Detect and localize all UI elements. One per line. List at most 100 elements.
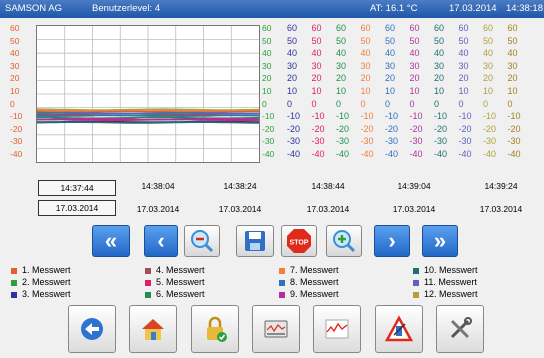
- zoom-out-icon: [191, 230, 214, 253]
- left-scale-tick: 20: [10, 73, 20, 84]
- legend-item: 8. Messwert: [279, 277, 339, 287]
- legend-swatch: [413, 291, 419, 298]
- double-chevron-forward-icon: »: [433, 228, 447, 253]
- current-date: 17.03.2014: [449, 3, 497, 14]
- legend-label: 4. Messwert: [156, 265, 205, 275]
- legend-item: 3. Messwert: [11, 289, 71, 299]
- left-scale-tick: 0: [10, 98, 15, 109]
- date-label: 17.03.2014: [306, 204, 350, 214]
- status-bar: SAMSON AG Benutzerlevel: 4 AT: 16.1 °C 1…: [0, 0, 544, 18]
- legend-swatch: [145, 279, 151, 286]
- legend-swatch: [279, 291, 285, 298]
- jump-forward-button[interactable]: »: [422, 225, 458, 257]
- right-scale-tick: 50: [262, 35, 272, 46]
- zoom-out-button[interactable]: [184, 225, 220, 257]
- time-label: 14:38:04: [141, 181, 175, 191]
- legend-label: 3. Messwert: [22, 289, 71, 299]
- stop-button[interactable]: STOP: [281, 225, 317, 257]
- value-scale-cell: -10: [507, 111, 521, 122]
- step-back-button[interactable]: ‹: [144, 225, 178, 257]
- settings-button[interactable]: [436, 305, 484, 353]
- legend-label: 2. Messwert: [22, 277, 71, 287]
- back-arrow-icon: [81, 318, 103, 340]
- time-label: 14:38:24: [223, 181, 257, 191]
- warning-icon: [385, 315, 413, 342]
- date-label: 17.03.2014: [218, 204, 262, 214]
- legend-swatch: [145, 267, 151, 274]
- right-scale-tick: 20: [262, 73, 272, 84]
- save-icon: [245, 231, 265, 251]
- series-trace: [36, 121, 259, 124]
- legend-swatch: [11, 279, 17, 286]
- recorder-button[interactable]: [252, 305, 300, 353]
- current-time: 14:38:18: [506, 3, 543, 14]
- legend-item: 5. Messwert: [145, 277, 205, 287]
- value-scale-table: 60 50 40 30 20 10 0 -10 -20 -30 -40 60 50 40 30 20 10 0 -1…: [287, 23, 537, 167]
- ambient-temperature: AT: 16.1 °C: [370, 3, 418, 14]
- legend-item: 1. Messwert: [11, 265, 71, 275]
- home-icon: [142, 319, 164, 340]
- main-toolbar: [68, 305, 484, 355]
- legend-label: 10. Messwert: [424, 265, 478, 275]
- legend-label: 11. Messwert: [424, 277, 477, 287]
- legend-label: 7. Messwert: [290, 265, 339, 275]
- home-button[interactable]: [129, 305, 177, 353]
- series-trace: [36, 118, 260, 121]
- legend-item: 6. Messwert: [145, 289, 205, 299]
- legend-item: 10. Messwert: [413, 265, 478, 275]
- back-button[interactable]: [68, 305, 116, 353]
- legend-label: 6. Messwert: [156, 289, 205, 299]
- trend-button[interactable]: [313, 305, 361, 353]
- legend-label: 9. Messwert: [290, 289, 339, 299]
- left-scale-tick: 40: [10, 48, 20, 59]
- left-scale-tick: -30: [10, 136, 23, 147]
- chevron-forward-icon: ›: [388, 228, 396, 253]
- zoom-in-icon: [333, 230, 356, 253]
- right-scale-tick: -30: [262, 136, 275, 147]
- alarm-button[interactable]: [375, 305, 423, 353]
- stop-icon: STOP: [287, 229, 311, 253]
- legend-item: 7. Messwert: [279, 265, 339, 275]
- left-scale-tick: 50: [10, 35, 20, 46]
- series-trace: [36, 114, 260, 118]
- time-label: 14:39:24: [484, 181, 518, 191]
- legend-label: 5. Messwert: [156, 277, 205, 287]
- left-scale-tick: -20: [10, 123, 23, 134]
- jump-back-button[interactable]: «: [92, 225, 130, 257]
- time-label: 14:39:04: [397, 181, 431, 191]
- series-trace: [36, 108, 260, 111]
- lock-button[interactable]: [191, 305, 239, 353]
- legend-swatch: [279, 279, 285, 286]
- series-trace: [36, 111, 259, 115]
- save-button[interactable]: [236, 225, 274, 257]
- legend-swatch: [11, 291, 17, 298]
- legend-swatch: [413, 267, 419, 274]
- start-date-field[interactable]: 17.03.2014: [38, 200, 116, 216]
- user-level: Benutzerlevel: 4: [92, 3, 161, 14]
- value-scale-cell: 20: [507, 73, 518, 84]
- right-scale-tick: -40: [262, 149, 275, 159]
- value-scale-cell: 10: [507, 86, 518, 96]
- date-label: 17.03.2014: [479, 204, 523, 214]
- right-scale-tick: 30: [262, 60, 272, 71]
- left-scale-tick: 30: [10, 60, 20, 71]
- lock-icon: [207, 316, 227, 342]
- legend-label: 1. Messwert: [22, 265, 71, 275]
- zoom-in-button[interactable]: [326, 225, 362, 257]
- svg-text:STOP: STOP: [290, 240, 309, 247]
- date-label: 17.03.2014: [392, 204, 436, 214]
- double-chevron-back-icon: «: [104, 228, 118, 253]
- right-scale-tick: -10: [262, 111, 275, 122]
- chevron-back-icon: ‹: [157, 228, 165, 253]
- right-scale-tick: 10: [262, 86, 272, 96]
- step-forward-button[interactable]: ›: [374, 225, 410, 257]
- legend-swatch: [145, 291, 151, 298]
- trend-chart-canvas: [36, 26, 260, 162]
- trend-chart: [36, 25, 260, 163]
- value-scale-cell: 60: [507, 23, 518, 33]
- legend-item: 12. Messwert: [413, 289, 478, 299]
- tools-icon: [450, 317, 472, 339]
- start-time-field[interactable]: 14:37:44: [38, 180, 116, 196]
- right-scale-tick: -20: [262, 123, 275, 134]
- trend-icon: [325, 319, 349, 339]
